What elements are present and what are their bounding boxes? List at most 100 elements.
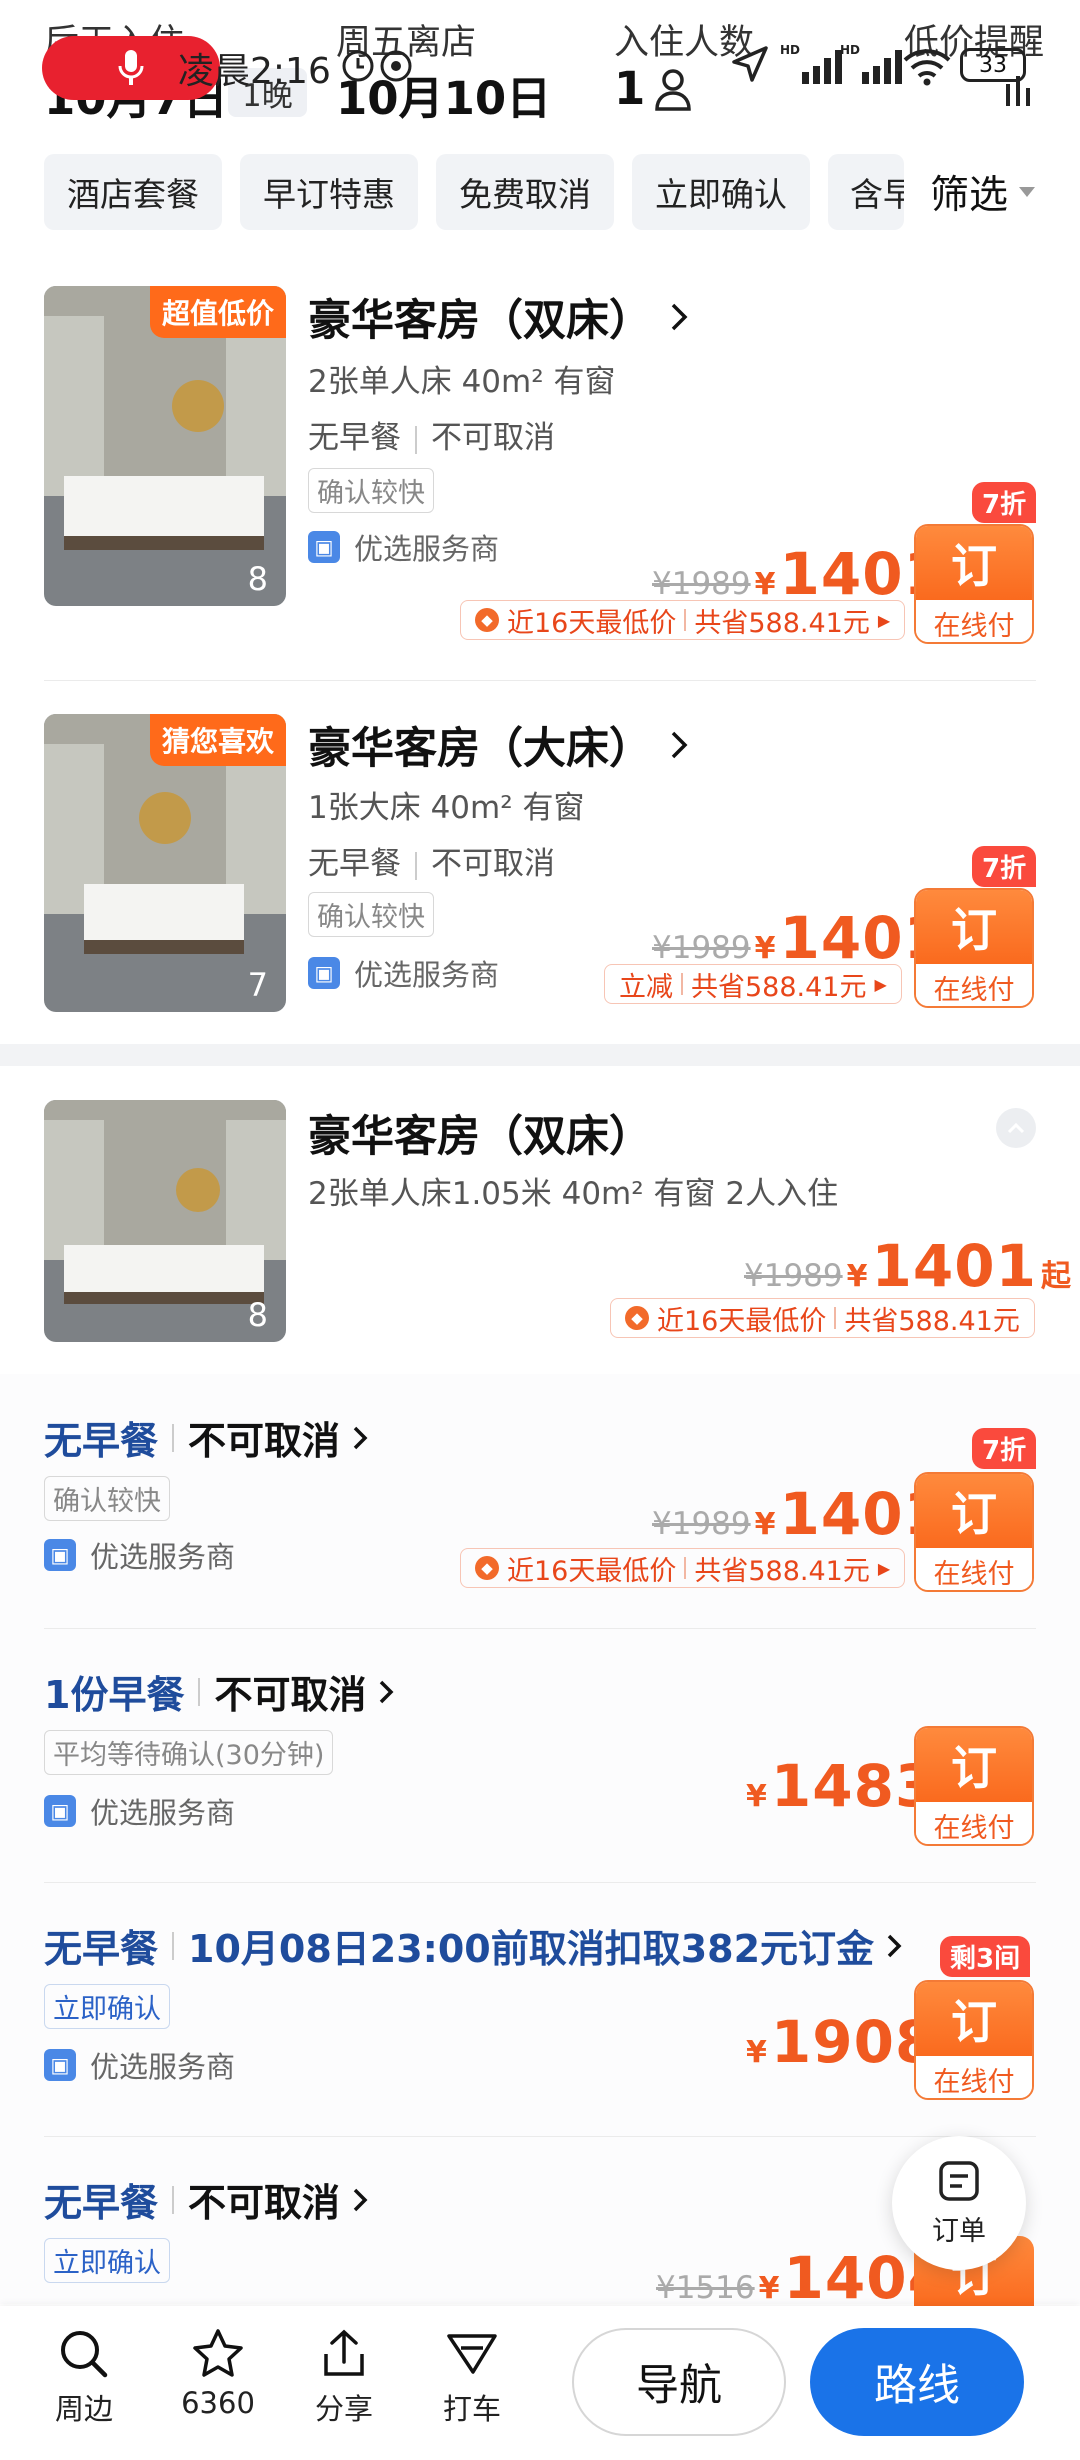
- current-price: 1483: [770, 1752, 937, 1820]
- price-suffix: 起: [1040, 1259, 1071, 1294]
- instant-confirm-tag: 立即确认: [44, 1984, 170, 2029]
- collapse-button[interactable]: [996, 1108, 1036, 1148]
- book-label: 订: [916, 890, 1032, 964]
- room-title[interactable]: 豪华客房（双床）: [308, 1102, 652, 1164]
- flame-icon: ◆: [475, 608, 499, 632]
- book-button[interactable]: 订 在线付: [914, 524, 1034, 644]
- filter-chip-instant-confirm[interactable]: 立即确认: [632, 154, 810, 230]
- provider-icon: ▣: [44, 1539, 76, 1571]
- provider-label: 优选服务商: [354, 532, 500, 566]
- price-block: ¥1989 ¥ 1401: [652, 540, 945, 608]
- saving-amount: 共省588.41元: [694, 1555, 870, 1587]
- original-price: ¥1516: [656, 2270, 755, 2306]
- navigate-button[interactable]: 导航: [572, 2328, 786, 2436]
- confirm-tag: 确认较快: [44, 1476, 170, 1521]
- pay-label: 在线付: [916, 1802, 1032, 1844]
- caret-down-icon: [1019, 187, 1036, 197]
- room-badge: 超值低价: [149, 286, 286, 338]
- original-price: ¥1989: [652, 566, 751, 602]
- divider: [44, 1628, 1036, 1629]
- book-button[interactable]: 订 在线付: [914, 1980, 1034, 2100]
- tab-taxi[interactable]: 打车: [432, 2328, 512, 2428]
- rate-breakfast: 1份早餐: [44, 1673, 185, 1717]
- provider: ▣ 优选服务商: [44, 1790, 235, 1832]
- pay-label: 在线付: [916, 1548, 1032, 1590]
- photo-count: 8: [247, 1296, 268, 1334]
- triangle-right-icon: ▶: [877, 610, 891, 630]
- rate-plan-header[interactable]: 无早餐 10月08日23:00前取消扣取382元订金: [44, 1918, 902, 1973]
- share-icon: [324, 2329, 364, 2376]
- filter-button[interactable]: 筛选: [904, 154, 1080, 230]
- photo-count: 7: [247, 966, 268, 1004]
- provider: ▣ 优选服务商: [308, 952, 499, 994]
- price-block: ¥1989 ¥ 1401: [652, 1480, 945, 1548]
- saving-banner[interactable]: 立减 共省588.41元 ▶: [604, 964, 902, 1004]
- saving-lowest: 近16天最低价: [507, 607, 677, 639]
- original-price: ¥1989: [652, 1506, 751, 1542]
- book-button[interactable]: 订 在线付: [914, 1472, 1034, 1592]
- discount-badge: 7折: [972, 846, 1037, 887]
- rate-plan-header[interactable]: 无早餐 不可取消: [44, 1410, 368, 1465]
- provider-icon: ▣: [308, 531, 340, 563]
- filter-chip-free-cancel[interactable]: 免费取消: [436, 154, 614, 230]
- tab-taxi-label: 打车: [442, 2392, 501, 2426]
- currency-symbol: ¥: [754, 931, 776, 966]
- saving-banner[interactable]: ◆ 近16天最低价 共省588.41元 ▶: [460, 1548, 906, 1588]
- route-button[interactable]: 路线: [810, 2328, 1024, 2436]
- rate-cancel: 不可取消: [188, 2181, 341, 2225]
- rate-breakfast: 无早餐: [44, 1927, 159, 1971]
- saving-banner[interactable]: ◆ 近16天最低价 共省588.41元 ▶: [460, 600, 906, 640]
- tab-share[interactable]: 分享: [304, 2328, 384, 2428]
- flame-icon: ◆: [625, 1306, 649, 1330]
- pay-label: 在线付: [916, 2056, 1032, 2098]
- provider-label: 优选服务商: [90, 1540, 236, 1574]
- provider: ▣ 优选服务商: [308, 526, 499, 568]
- star-icon: [193, 2329, 243, 2377]
- currency-symbol: ¥: [754, 567, 776, 602]
- tab-nearby[interactable]: 周边: [44, 2328, 124, 2428]
- rate-breakfast: 无早餐: [44, 1419, 159, 1463]
- divider: [44, 1882, 1036, 1883]
- order-float-button[interactable]: 订单: [892, 2136, 1026, 2270]
- provider-label: 优选服务商: [90, 2050, 236, 2084]
- confirm-tag: 确认较快: [308, 468, 434, 513]
- price-block: ¥1989 ¥ 1401: [652, 904, 945, 972]
- saving-banner: ◆ 近16天最低价 共省588.41元: [610, 1298, 1035, 1338]
- bell-bars-icon[interactable]: [1000, 62, 1040, 108]
- original-price: ¥1989: [744, 1258, 843, 1294]
- currency-symbol: ¥: [754, 1507, 776, 1542]
- photo-count: 8: [247, 560, 268, 598]
- rate-plan-header[interactable]: 1份早餐 不可取消: [44, 1664, 394, 1719]
- room-title-link[interactable]: 豪华客房（大床）: [308, 714, 688, 776]
- guests-selector[interactable]: 1: [614, 62, 693, 115]
- svg-text:HD: HD: [840, 43, 860, 57]
- price-block: ¥ 1483: [746, 1752, 936, 1820]
- triangle-right-icon: ▶: [877, 1558, 891, 1578]
- room-title: 豪华客房（双床）: [308, 296, 652, 346]
- room-photo[interactable]: 超值低价 8: [44, 286, 286, 606]
- order-list-icon: [939, 2160, 979, 2201]
- filter-chip-package[interactable]: 酒店套餐: [44, 154, 222, 230]
- book-button[interactable]: 订 在线付: [914, 1726, 1034, 1846]
- divider: [44, 2136, 1036, 2137]
- currency-symbol: ¥: [746, 2035, 767, 2070]
- tab-share-label: 分享: [314, 2392, 373, 2426]
- book-label: 订: [916, 526, 1032, 600]
- chevron-right-icon: [353, 2188, 368, 2211]
- room-beds: 1张大床 40m² 有窗: [308, 790, 585, 826]
- room-photo[interactable]: 8: [44, 1100, 286, 1342]
- provider: ▣ 优选服务商: [44, 1534, 235, 1576]
- room-beds: 2张单人床 40m² 有窗: [308, 364, 616, 400]
- room-title-link[interactable]: 豪华客房（双床）: [308, 286, 688, 348]
- provider: ▣ 优选服务商: [44, 2044, 235, 2086]
- provider-label: 优选服务商: [354, 958, 500, 992]
- rate-plan-header[interactable]: 无早餐 不可取消: [44, 2172, 368, 2227]
- book-button[interactable]: 订 在线付: [914, 888, 1034, 1008]
- filter-chip-early-bird[interactable]: 早订特惠: [240, 154, 418, 230]
- saving-amount: 共省588.41元: [691, 971, 867, 1003]
- rate-breakfast: 无早餐: [44, 2181, 159, 2225]
- person-icon: [655, 68, 692, 111]
- room-photo[interactable]: 猜您喜欢 7: [44, 714, 286, 1012]
- tab-favorites[interactable]: 6360: [168, 2328, 268, 2420]
- filter-chip-breakfast[interactable]: 含早: [828, 154, 904, 230]
